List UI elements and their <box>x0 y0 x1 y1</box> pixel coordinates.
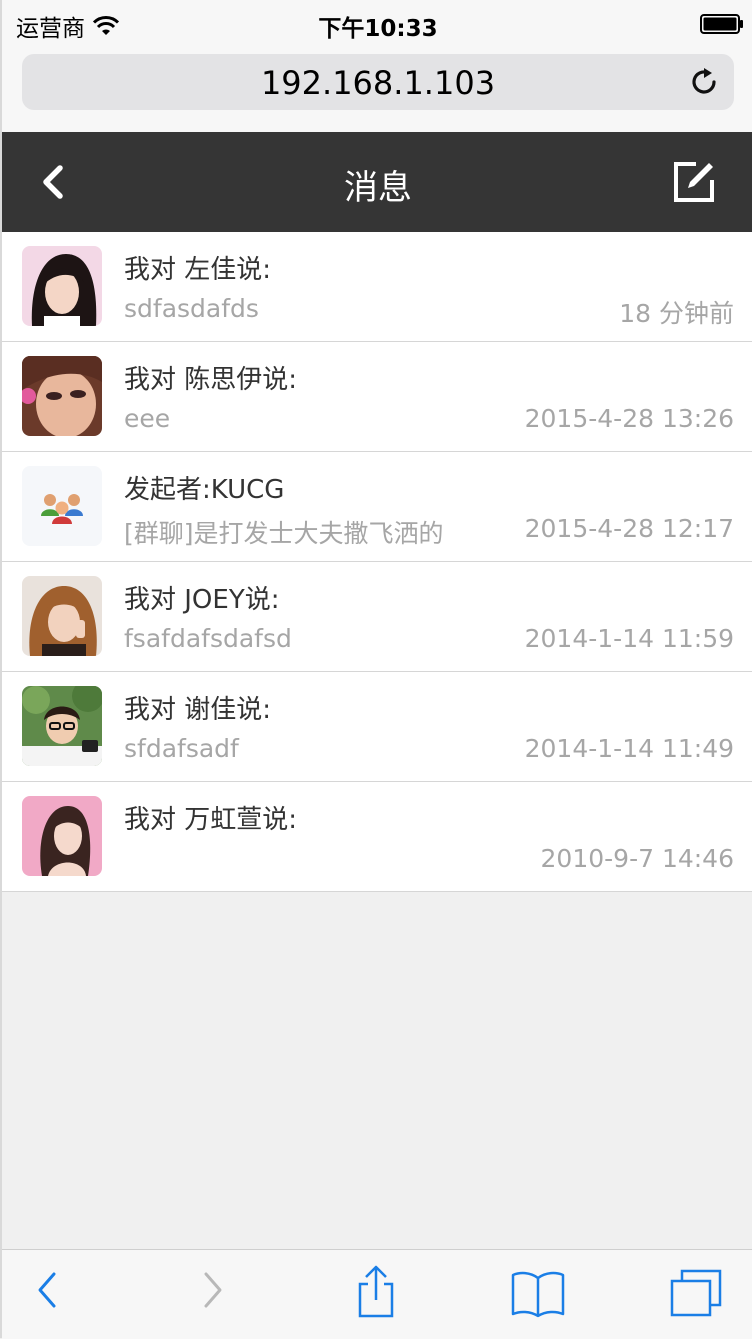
message-item[interactable]: 发起者:KUCG [群聊]是打发士大夫撒飞洒的 2015-4-28 12:17 <box>2 452 752 562</box>
status-time: 下午10:33 <box>318 16 438 42</box>
avatar <box>22 576 102 656</box>
message-title: 我对 谢佳说: <box>124 695 272 725</box>
app-header: 消息 <box>2 132 752 232</box>
message-preview: fsafdafsdafsd <box>124 624 292 653</box>
message-list: 我对 左佳说: sdfasdafds 18 分钟前 我对 陈思伊说: eee 2… <box>2 232 752 892</box>
message-time: 2014-1-14 11:59 <box>524 624 734 653</box>
address-bar[interactable]: 192.168.1.103 <box>22 54 734 110</box>
message-preview: [群聊]是打发士大夫撒飞洒的 <box>124 519 444 548</box>
message-item[interactable]: 我对 万虹萱说: 2010-9-7 14:46 <box>2 782 752 892</box>
page-title: 消息 <box>344 168 412 208</box>
message-time: 2015-4-28 12:17 <box>524 514 734 543</box>
status-bar: 运营商 下午10:33 <box>2 0 752 48</box>
avatar <box>22 246 102 326</box>
browser-back-icon[interactable] <box>32 1268 62 1316</box>
bookmarks-icon[interactable] <box>510 1268 566 1322</box>
message-time: 2010-9-7 14:46 <box>540 844 734 873</box>
compose-icon[interactable] <box>670 158 718 206</box>
message-item[interactable]: 我对 谢佳说: sfdafsadf 2014-1-14 11:49 <box>2 672 752 782</box>
message-title: 我对 JOEY说: <box>124 585 280 615</box>
battery-icon <box>700 14 744 34</box>
avatar <box>22 686 102 766</box>
message-title: 发起者:KUCG <box>124 475 285 505</box>
message-item[interactable]: 我对 JOEY说: fsafdafsdafsd 2014-1-14 11:59 <box>2 562 752 672</box>
url-text[interactable]: 192.168.1.103 <box>22 64 734 102</box>
browser-toolbar <box>2 1249 752 1339</box>
message-preview: eee <box>124 404 171 433</box>
message-title: 我对 左佳说: <box>124 255 272 285</box>
message-time: 2015-4-28 13:26 <box>524 404 734 433</box>
message-title: 我对 万虹萱说: <box>124 805 298 835</box>
message-time: 2014-1-14 11:49 <box>524 734 734 763</box>
message-time: 18 分钟前 <box>619 299 734 328</box>
browser-address-area: 192.168.1.103 <box>2 48 752 132</box>
avatar <box>22 356 102 436</box>
message-title: 我对 陈思伊说: <box>124 365 298 395</box>
message-item[interactable]: 我对 陈思伊说: eee 2015-4-28 13:26 <box>2 342 752 452</box>
group-chat-icon <box>22 466 102 546</box>
message-preview: sdfasdafds <box>124 294 259 323</box>
tabs-icon[interactable] <box>668 1268 724 1322</box>
avatar <box>22 796 102 876</box>
message-item[interactable]: 我对 左佳说: sdfasdafds 18 分钟前 <box>2 232 752 342</box>
browser-forward-icon[interactable] <box>198 1268 228 1316</box>
reload-icon[interactable] <box>688 66 720 98</box>
share-icon[interactable] <box>354 1264 398 1324</box>
message-preview: sfdafsadf <box>124 734 239 763</box>
